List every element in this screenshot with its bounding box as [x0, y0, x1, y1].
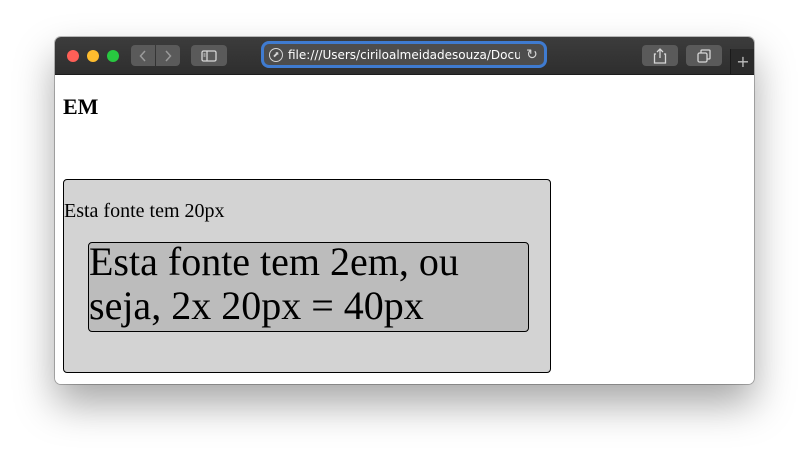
- page-heading: EM: [63, 94, 99, 119]
- compass-icon: ⬈: [269, 47, 283, 62]
- share-icon: [653, 47, 667, 64]
- browser-toolbar: ⬈ file:///Users/ciriloalmeidadesouza/Doc…: [55, 37, 754, 75]
- outer-box: Esta fonte tem 20px Esta fonte tem 2em, …: [63, 179, 551, 373]
- zoom-window-button[interactable]: [107, 50, 119, 62]
- sidebar-button[interactable]: [191, 45, 227, 66]
- back-button[interactable]: [131, 45, 155, 66]
- address-bar-url[interactable]: file:///Users/ciriloalmeidadesouza/Docum: [288, 48, 520, 62]
- chevron-right-icon: [165, 49, 172, 62]
- minimize-window-button[interactable]: [87, 50, 99, 62]
- chevron-left-icon: [139, 49, 146, 62]
- new-tab-button[interactable]: +: [730, 49, 754, 74]
- page-content: EM Esta fonte tem 20px Esta fonte tem 2e…: [55, 75, 754, 384]
- forward-button[interactable]: [156, 45, 180, 66]
- address-bar[interactable]: ⬈ file:///Users/ciriloalmeidadesouza/Doc…: [264, 44, 544, 65]
- outer-box-text: Esta fonte tem 20px: [64, 200, 225, 222]
- inner-box: Esta fonte tem 2em, ou seja, 2x 20px = 4…: [88, 239, 529, 332]
- inner-box-text: Esta fonte tem 2em, ou seja, 2x 20px = 4…: [89, 239, 459, 328]
- share-button[interactable]: [642, 45, 678, 66]
- tabs-overview-icon: [697, 48, 711, 63]
- close-window-button[interactable]: [67, 50, 79, 62]
- plus-icon: +: [736, 52, 750, 71]
- sidebar-icon: [201, 49, 217, 62]
- browser-window: ⬈ file:///Users/ciriloalmeidadesouza/Doc…: [55, 37, 754, 384]
- reload-icon[interactable]: ↻: [520, 47, 544, 63]
- tabs-overview-button[interactable]: [686, 45, 722, 66]
